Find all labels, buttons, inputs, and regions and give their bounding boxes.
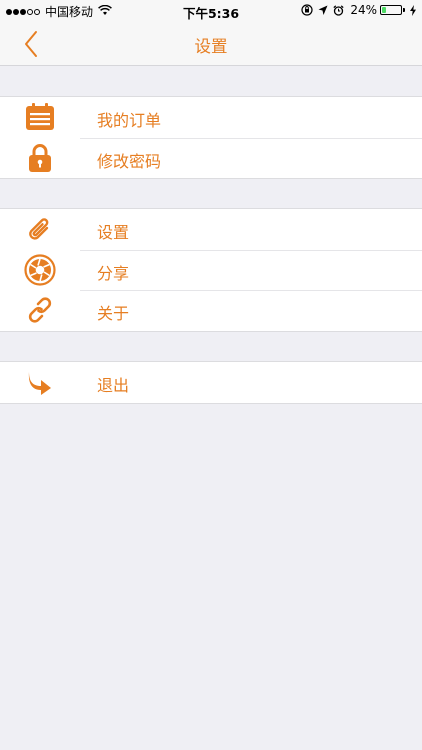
menu-item-label: 我的订单 (97, 111, 162, 130)
app-group: 设置 分享 关于 (0, 208, 422, 332)
link-icon (24, 296, 56, 324)
battery-icon (380, 5, 402, 15)
battery-percent: 24% (350, 3, 377, 17)
navigation-bar: 设置 (0, 22, 422, 66)
status-bar: 中国移动 下午5:36 24% (0, 0, 422, 22)
menu-item-change-password[interactable]: 修改密码 (0, 137, 422, 179)
menu-item-label: 关于 (97, 304, 130, 323)
menu-item-label: 设置 (97, 223, 130, 242)
battery-level-fill (382, 7, 387, 13)
menu-item-label: 修改密码 (97, 151, 162, 171)
menu-item-my-orders[interactable]: 我的订单 (0, 97, 422, 138)
battery-cap (403, 8, 405, 12)
exit-arrow-icon (24, 368, 56, 396)
orientation-lock-icon (301, 4, 313, 16)
account-group: 我的订单 修改密码 (0, 96, 422, 179)
status-right: 24% (296, 3, 416, 17)
page-title: 设置 (194, 37, 228, 56)
paperclip-icon (24, 215, 56, 243)
settings-screen: 中国移动 下午5:36 24% 设置 我的订单 修改密码 设置 分享 关于 退出 (0, 0, 422, 750)
menu-item-share[interactable]: 分享 (0, 249, 422, 291)
lock-icon (24, 143, 56, 172)
aperture-icon (24, 253, 56, 286)
menu-item-logout[interactable]: 退出 (0, 362, 422, 403)
menu-item-label: 退出 (97, 376, 130, 395)
calendar-list-icon (24, 103, 56, 131)
menu-item-about[interactable]: 关于 (0, 290, 422, 331)
menu-item-label: 分享 (97, 263, 130, 283)
charging-bolt-icon (410, 4, 416, 16)
logout-group: 退出 (0, 361, 422, 404)
location-icon (318, 5, 328, 16)
alarm-icon (333, 4, 344, 16)
menu-item-settings[interactable]: 设置 (0, 209, 422, 250)
